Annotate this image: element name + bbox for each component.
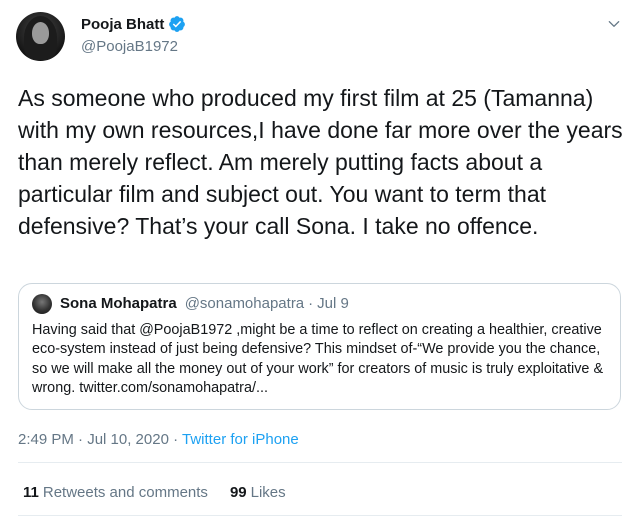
tweet-meta: 2:49 PM · Jul 10, 2020 · Twitter for iPh…: [18, 431, 299, 448]
retweets-count: 11: [23, 484, 39, 501]
author-avatar[interactable]: [16, 12, 65, 61]
chevron-down-icon[interactable]: [606, 16, 622, 32]
quoted-author-handle: @sonamohapatra: [184, 295, 305, 312]
likes-label: Likes: [250, 484, 286, 501]
quoted-author-avatar: [32, 294, 52, 314]
tweet-source[interactable]: Twitter for iPhone: [182, 431, 299, 448]
avatar-face: [32, 22, 49, 44]
quoted-tweet[interactable]: Sona Mohapatra @sonamohapatra · Jul 9 Ha…: [18, 283, 621, 410]
author-name-row[interactable]: Pooja Bhatt: [81, 15, 186, 33]
tweet-text: As someone who produced my first film at…: [18, 85, 623, 239]
retweets-label: Retweets and comments: [42, 484, 208, 501]
retweets-stat[interactable]: 11 Retweets and comments: [23, 484, 208, 501]
verified-badge-icon: [169, 16, 186, 32]
quoted-text: Having said that @PoojaB1972 ,might be a…: [32, 322, 604, 397]
divider: [18, 462, 622, 463]
tweet-card: Pooja Bhatt @PoojaB1972 As someone who p…: [0, 0, 640, 521]
quoted-separator: ·: [308, 295, 314, 312]
author-handle[interactable]: @PoojaB1972: [81, 38, 178, 55]
tweet-stats: 11 Retweets and comments 99 Likes: [23, 484, 308, 501]
divider: [18, 515, 622, 516]
quoted-header: Sona Mohapatra @sonamohapatra · Jul 9: [60, 295, 349, 312]
author-name[interactable]: Pooja Bhatt: [81, 16, 164, 33]
quoted-date: Jul 9: [317, 295, 349, 312]
quoted-author-name: Sona Mohapatra: [60, 295, 177, 312]
meta-separator: ·: [173, 431, 179, 448]
tweet-timestamp[interactable]: 2:49 PM · Jul 10, 2020: [18, 431, 169, 448]
likes-stat[interactable]: 99 Likes: [230, 484, 286, 501]
likes-count: 99: [229, 484, 247, 501]
